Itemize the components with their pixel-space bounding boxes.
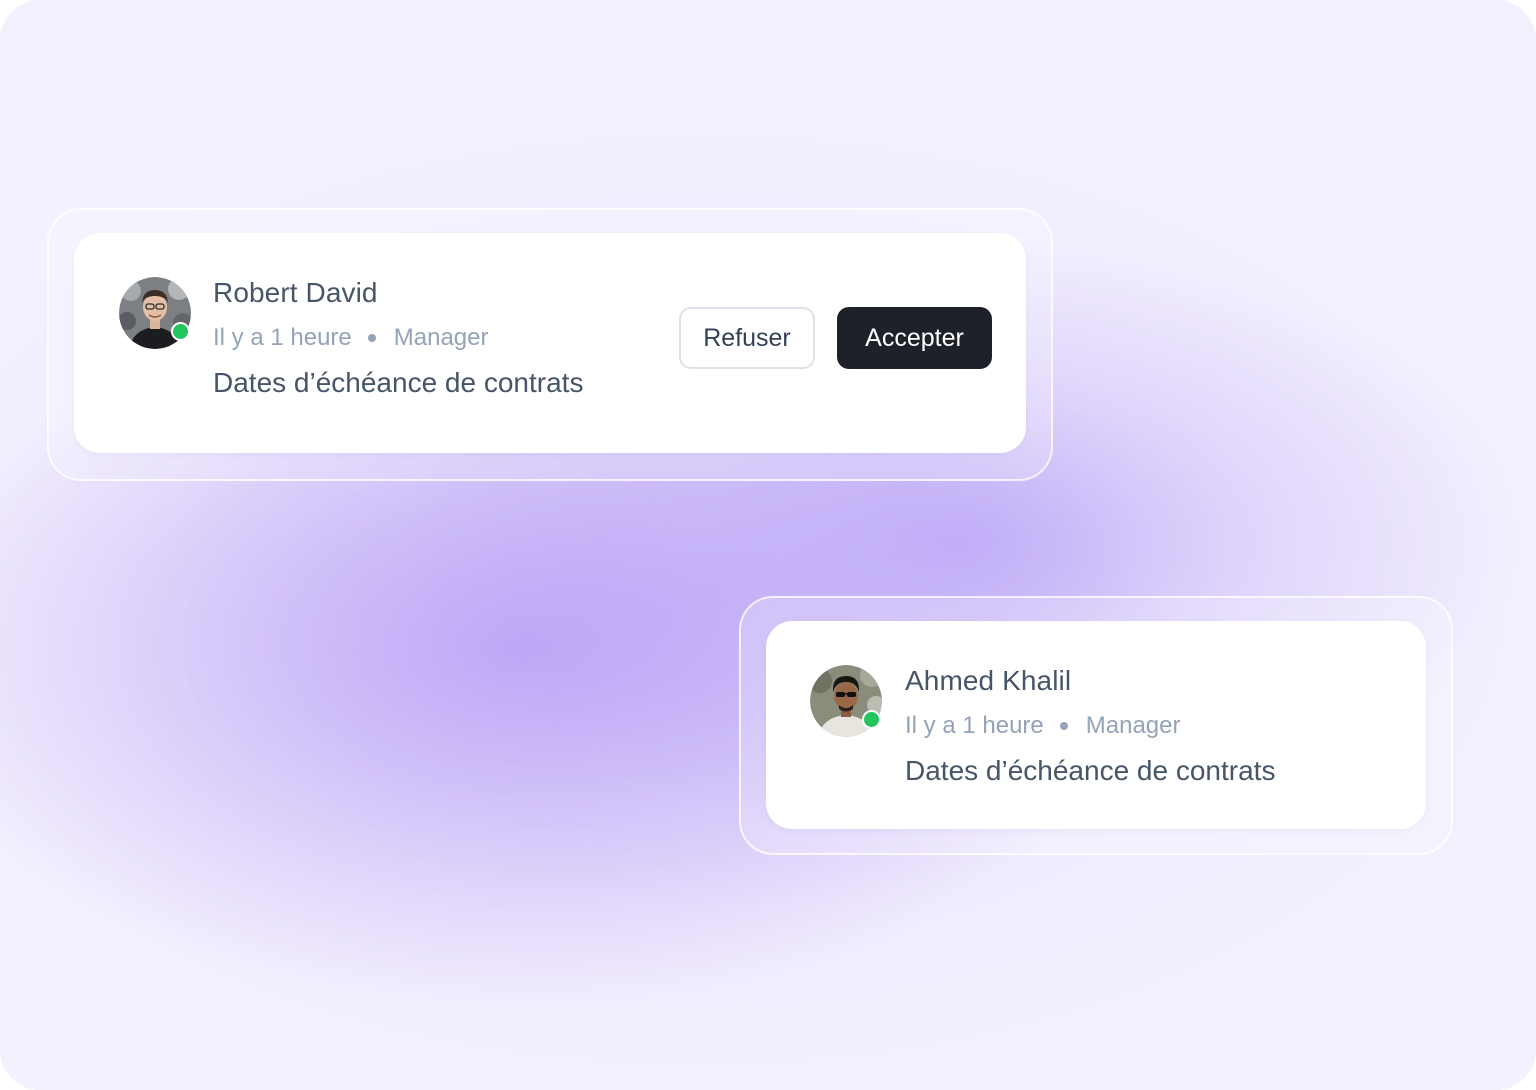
- notification-meta: Il y a 1 heure Manager: [905, 712, 1180, 740]
- notification-message: Dates d’échéance de contrats: [905, 755, 1276, 786]
- online-status-indicator: [862, 710, 881, 729]
- sender-name: Ahmed Khalil: [905, 665, 1072, 696]
- accept-button[interactable]: Accepter: [837, 307, 992, 369]
- refuse-button[interactable]: Refuser: [679, 307, 815, 369]
- avatar-ahmed[interactable]: [810, 665, 882, 737]
- timestamp: Il y a 1 heure: [905, 712, 1044, 739]
- notification-card-ahmed: Ahmed Khalil Il y a 1 heure Manager Date…: [766, 621, 1426, 829]
- notification-meta: Il y a 1 heure Manager: [213, 324, 488, 352]
- online-status-indicator: [171, 322, 190, 341]
- sender-role: Manager: [393, 324, 489, 351]
- timestamp: Il y a 1 heure: [213, 324, 352, 351]
- sender-name: Robert David: [213, 277, 378, 308]
- sender-role: Manager: [1085, 712, 1181, 739]
- notification-card-robert: Robert David Il y a 1 heure Manager Date…: [74, 233, 1026, 453]
- notification-message: Dates d’échéance de contrats: [213, 367, 584, 398]
- separator-dot: [1059, 722, 1068, 730]
- separator-dot: [367, 334, 376, 342]
- avatar-robert[interactable]: [119, 277, 191, 349]
- background-canvas: Robert David Il y a 1 heure Manager Date…: [0, 0, 1536, 1090]
